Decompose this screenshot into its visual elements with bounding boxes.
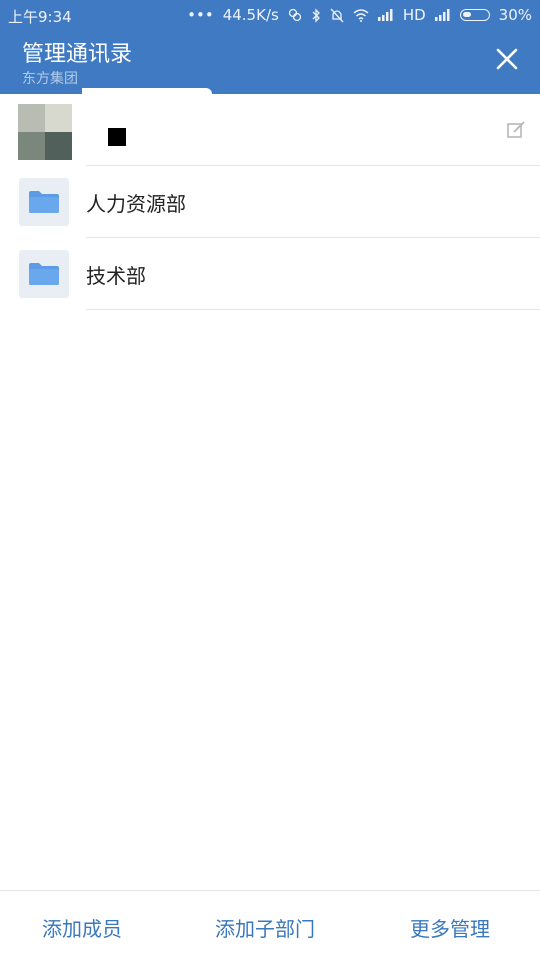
department-label: 人力资源部 bbox=[86, 191, 186, 216]
add-sub-department-button[interactable]: 添加子部门 bbox=[215, 913, 315, 942]
department-label: 技术部 bbox=[86, 263, 146, 288]
signal-icon bbox=[434, 9, 451, 21]
status-time: 上午9:34 bbox=[8, 8, 72, 26]
contacts-list: ■ 人力资源部 技术部 bbox=[0, 94, 540, 310]
row-divider bbox=[86, 309, 540, 310]
edit-icon[interactable] bbox=[506, 120, 526, 140]
org-name: ■ bbox=[108, 128, 126, 146]
bottom-action-bar: 添加成员 添加子部门 更多管理 bbox=[0, 890, 540, 960]
signal-icon bbox=[377, 9, 394, 21]
close-button[interactable] bbox=[492, 44, 522, 74]
page-title: 管理通讯录 bbox=[22, 42, 133, 67]
battery-icon bbox=[459, 9, 490, 21]
more-management-button[interactable]: 更多管理 bbox=[410, 913, 490, 942]
status-icons: ••• 44.5K/s HD 30% bbox=[187, 6, 532, 24]
org-logo bbox=[18, 104, 72, 160]
bluetooth-icon bbox=[311, 7, 321, 23]
folder-icon bbox=[19, 250, 69, 298]
manage-contacts-screen: 上午9:34 ••• 44.5K/s HD 30% 管理通讯录 东方集团 人力资… bbox=[0, 0, 540, 960]
add-member-button[interactable]: 添加成员 bbox=[42, 913, 122, 942]
network-type: HD bbox=[402, 6, 426, 24]
department-row-tech[interactable]: 技术部 bbox=[0, 238, 540, 310]
wifi-icon bbox=[353, 8, 369, 22]
dots-icon: ••• bbox=[187, 6, 214, 24]
network-speed: 44.5K/s bbox=[222, 6, 279, 24]
folder-icon bbox=[19, 178, 69, 226]
header: 上午9:34 ••• 44.5K/s HD 30% 管理通讯录 东方集团 bbox=[0, 0, 540, 94]
status-bar: 上午9:34 ••• 44.5K/s HD 30% bbox=[0, 0, 540, 30]
clover-icon bbox=[288, 8, 302, 22]
close-icon bbox=[496, 48, 518, 70]
battery-level: 30% bbox=[498, 6, 532, 24]
department-row-hr[interactable]: 人力资源部 bbox=[0, 166, 540, 238]
page-subtitle: 东方集团 bbox=[22, 71, 78, 87]
org-row[interactable]: ■ bbox=[0, 94, 540, 166]
bell-muted-icon bbox=[330, 8, 344, 23]
